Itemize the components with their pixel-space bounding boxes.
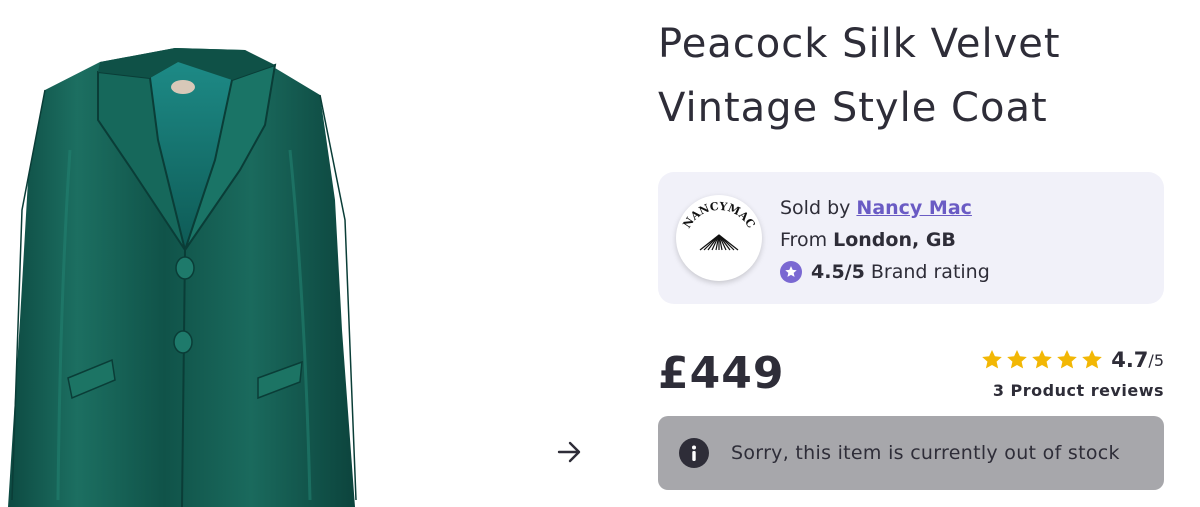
product-rating: 4.7 /5 3 Product reviews: [980, 345, 1164, 400]
svg-text:NANCYMAC: NANCYMAC: [680, 200, 757, 231]
seller-location-row: From London, GB: [780, 224, 990, 256]
brand-rating-row: 4.5/5 Brand rating: [780, 256, 990, 288]
brand-rating-label: Brand rating: [864, 261, 990, 283]
product-title-line2: Vintage Style Coat: [658, 85, 1048, 131]
nancymac-logo: NANCYMAC: [680, 200, 758, 251]
product-title-line1: Peacock Silk Velvet: [658, 21, 1061, 67]
out-of-stock-notice: Sorry, this item is currently out of sto…: [658, 416, 1164, 490]
rating-stars-line: 4.7 /5: [980, 345, 1164, 375]
arrow-right-icon: [557, 441, 581, 463]
seller-logo[interactable]: NANCYMAC: [676, 195, 762, 281]
from-label: From: [780, 229, 834, 251]
brand-rating-star-icon: [780, 261, 802, 283]
sold-by-label: Sold by: [780, 197, 857, 219]
next-image-button[interactable]: [548, 432, 592, 472]
star-icon: [1057, 350, 1078, 369]
info-icon: [679, 438, 709, 468]
seller-info: Sold by Nancy Mac From London, GB 4.5/5 …: [780, 192, 990, 288]
rating-stars: [980, 348, 1104, 372]
sold-by-row: Sold by Nancy Mac: [780, 192, 990, 224]
brand-rating-value: 4.5/5: [811, 261, 865, 283]
product-reviews-link[interactable]: 3 Product reviews: [980, 381, 1164, 400]
star-icon: [1082, 350, 1103, 369]
seller-location: London, GB: [833, 229, 956, 251]
out-of-stock-message: Sorry, this item is currently out of sto…: [731, 442, 1120, 464]
star-icon: [1007, 350, 1028, 369]
seller-name-link[interactable]: Nancy Mac: [856, 192, 972, 224]
product-image[interactable]: [0, 0, 560, 507]
product-price: £449: [658, 348, 785, 399]
rating-max: /5: [1148, 350, 1164, 370]
star-icon: [982, 350, 1003, 369]
product-image-gallery: [0, 0, 581, 507]
product-title: Peacock Silk Velvet Vintage Style Coat: [658, 12, 1178, 140]
seller-card: NANCYMAC Sold by Nancy Mac From London, …: [658, 172, 1164, 304]
star-icon: [1032, 350, 1053, 369]
rating-value: 4.7: [1111, 348, 1149, 372]
